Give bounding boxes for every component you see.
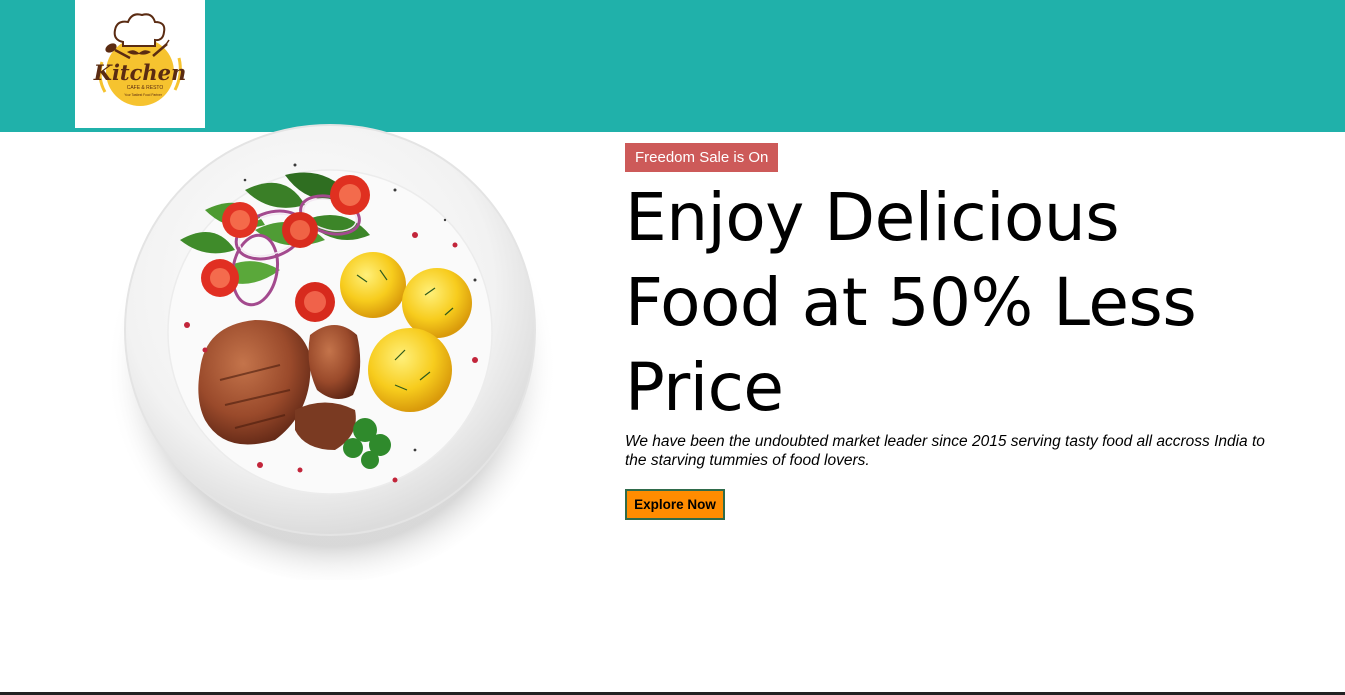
hero-tagline: We have been the undoubted market leader… <box>625 433 1265 469</box>
chef-hat-icon <box>113 13 166 47</box>
svg-text:Kitchen: Kitchen <box>93 60 187 85</box>
hero-headline: Enjoy Delicious Food at 50% Less Price <box>625 179 1197 426</box>
sale-badge: Freedom Sale is On <box>625 143 779 172</box>
svg-text:CAFE & RESTO: CAFE & RESTO <box>127 85 164 91</box>
kitchen-logo-icon: Kitchen CAFE & RESTO Your Tastiest Food … <box>93 13 187 106</box>
logo[interactable]: Kitchen CAFE & RESTO Your Tastiest Food … <box>75 0 205 128</box>
svg-text:Your Tastiest Food Partner: Your Tastiest Food Partner <box>124 93 162 97</box>
food-plate-icon <box>107 124 557 582</box>
hero-image <box>95 110 565 582</box>
explore-now-button[interactable]: Explore Now <box>625 489 725 520</box>
